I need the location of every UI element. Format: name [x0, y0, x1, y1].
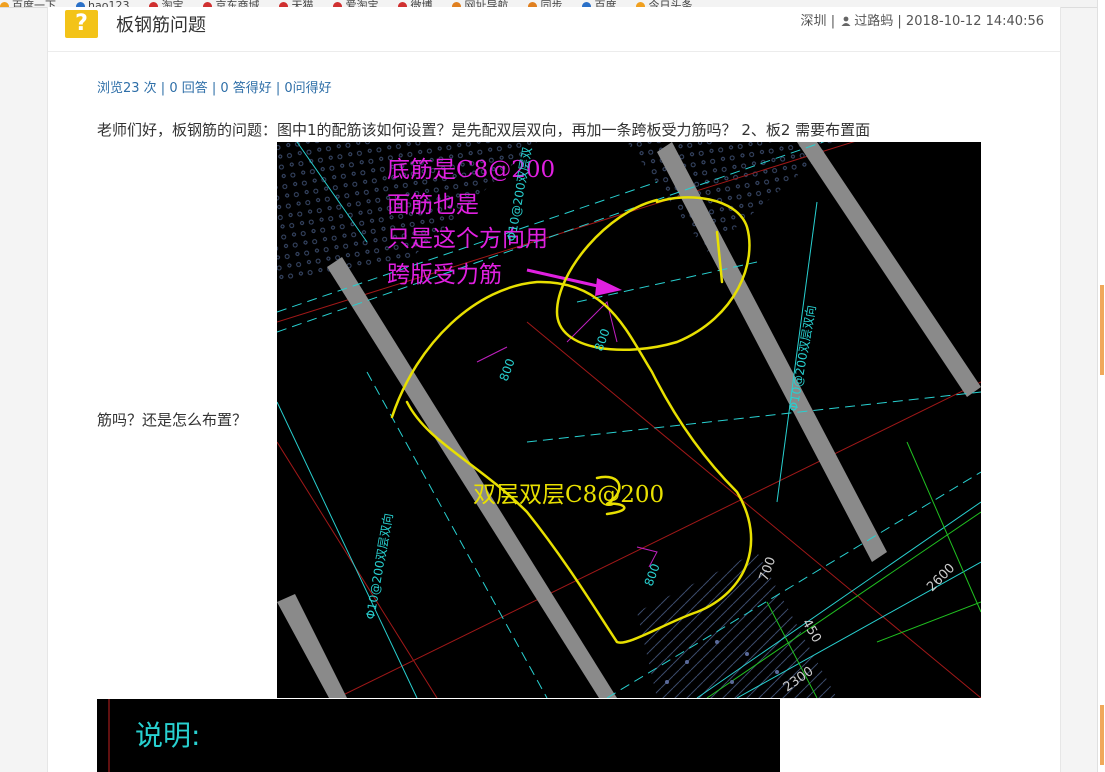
- question-header: ? 板钢筋问题 深圳 | 过路蚂 | 2018-10-12 14:40:56: [48, 7, 1060, 52]
- question-title: 板钢筋问题: [116, 15, 206, 36]
- bookmark-icon: [0, 1, 9, 7]
- question-body-line-2: 筋吗？还是怎么布置？: [97, 411, 248, 429]
- annotation-line-2: 面筋也是: [387, 192, 479, 218]
- question-meta: 深圳 | 过路蚂 | 2018-10-12 14:40:56: [801, 10, 1044, 29]
- annotation-line-3: 只是这个方向用: [387, 226, 548, 252]
- username[interactable]: 过路蚂: [854, 14, 893, 29]
- question-icon: ?: [65, 10, 98, 38]
- annotation-line-4: 跨版受力筋: [387, 262, 502, 288]
- question-stats[interactable]: 浏览23 次 | 0 回答 | 0 答得好 | 0问得好: [97, 77, 332, 96]
- right-scroll-edge[interactable]: [1097, 0, 1105, 772]
- cad-drawing-image[interactable]: 底筋是C8@200 面筋也是 只是这个方向用 跨版受力筋 双层双层C8@200 …: [277, 142, 981, 698]
- cad-notes-image[interactable]: 说明:: [97, 699, 780, 772]
- user-icon: [841, 16, 851, 26]
- question-body-line-1: 老师们好，板钢筋的问题：图中1的配筋该如何设置？是先配双层双向，再加一条跨板受力…: [97, 121, 871, 139]
- annotation-2: 双层双层C8@200: [473, 482, 664, 508]
- side-marker: [1100, 705, 1104, 765]
- notes-title: 说明:: [135, 719, 200, 752]
- meta-separator: |: [897, 14, 902, 29]
- meta-separator: |: [830, 14, 836, 29]
- side-marker: [1100, 285, 1104, 375]
- post-datetime: 2018-10-12 14:40:56: [905, 14, 1044, 29]
- location[interactable]: 深圳: [801, 14, 827, 29]
